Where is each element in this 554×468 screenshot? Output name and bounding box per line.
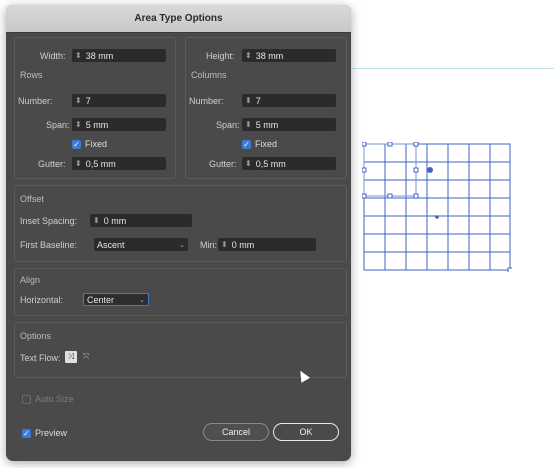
columns-fixed-checkbox[interactable]: ✓ Fixed <box>242 139 277 149</box>
flow-rows-icon: ⤨ <box>67 352 75 361</box>
first-baseline-select[interactable]: Ascent ⌄ <box>94 238 188 251</box>
stepper-icon[interactable]: ⬍ <box>245 159 252 168</box>
chevron-down-icon: ⌄ <box>179 241 185 249</box>
dialog-title: Area Type Options <box>6 5 351 33</box>
options-panel <box>14 322 347 378</box>
columns-span-field[interactable]: ⬍ 5 mm <box>242 118 336 131</box>
height-field[interactable]: ⬍ 38 mm <box>242 49 336 62</box>
width-label: Width: <box>40 51 66 61</box>
rows-number-value: 7 <box>85 95 91 106</box>
center-point <box>435 215 439 219</box>
thread-port <box>427 167 433 173</box>
horizontal-align-value: Center <box>87 294 115 305</box>
selection-handle <box>362 193 367 199</box>
columns-gutter-field[interactable]: ⬍ 0,5 mm <box>242 157 336 170</box>
rows-gutter-value: 0,5 mm <box>85 158 116 169</box>
columns-number-value: 7 <box>255 95 261 106</box>
grid-frame <box>363 143 511 271</box>
columns-span-value: 5 mm <box>255 119 279 130</box>
min-value: 0 mm <box>231 239 255 250</box>
text-flow-rows-button[interactable]: ⤨ <box>65 351 77 363</box>
checkmark-icon: ✓ <box>22 428 31 438</box>
selection-box <box>363 143 417 197</box>
columns-number-label: Number: <box>189 96 224 106</box>
stepper-icon[interactable]: ⬍ <box>75 159 82 168</box>
stepper-icon[interactable]: ⬍ <box>221 240 228 249</box>
stepper-icon[interactable]: ⬍ <box>93 216 100 225</box>
selection-handle <box>387 142 393 147</box>
rows-span-field[interactable]: ⬍ 5 mm <box>72 118 166 131</box>
rows-fixed-label: Fixed <box>85 139 108 149</box>
align-panel <box>14 268 347 316</box>
columns-number-field[interactable]: ⬍ 7 <box>242 94 336 107</box>
selection-handle <box>413 142 419 147</box>
width-field[interactable]: ⬍ 38 mm <box>72 49 166 62</box>
columns-span-label: Span: <box>216 120 240 130</box>
selection-handle <box>387 193 393 199</box>
rows-gutter-field[interactable]: ⬍ 0,5 mm <box>72 157 166 170</box>
horizontal-align-select[interactable]: Center ⌄ <box>83 293 149 306</box>
checkmark-icon: ✓ <box>242 139 251 149</box>
area-type-grid[interactable] <box>362 142 512 272</box>
stepper-icon[interactable]: ⬍ <box>245 96 252 105</box>
selection-handle <box>362 142 367 147</box>
columns-heading: Columns <box>191 70 227 80</box>
options-heading: Options <box>20 331 52 341</box>
first-baseline-value: Ascent <box>97 239 125 250</box>
columns-fixed-label: Fixed <box>255 139 278 149</box>
frame-handle <box>507 267 512 272</box>
text-flow-label: Text Flow: <box>20 353 61 363</box>
rows-span-value: 5 mm <box>85 119 109 130</box>
align-heading: Align <box>20 275 41 285</box>
width-value: 38 mm <box>85 50 114 61</box>
offset-heading: Offset <box>20 194 44 204</box>
selection-handle <box>413 193 419 199</box>
checkbox-empty-icon <box>22 394 31 404</box>
stepper-icon[interactable]: ⬍ <box>245 120 252 129</box>
stepper-icon[interactable]: ⬍ <box>75 51 82 60</box>
inset-spacing-value: 0 mm <box>103 215 127 226</box>
ok-button[interactable]: OK <box>273 423 339 441</box>
first-baseline-label: First Baseline: <box>20 240 78 250</box>
horizontal-label: Horizontal: <box>20 295 64 305</box>
auto-size-checkbox[interactable]: Auto Size <box>22 394 74 404</box>
flow-columns-icon: ⤧ <box>82 352 90 361</box>
preview-label: Preview <box>35 428 68 438</box>
stepper-icon[interactable]: ⬍ <box>75 120 82 129</box>
stepper-icon[interactable]: ⬍ <box>245 51 252 60</box>
stepper-icon[interactable]: ⬍ <box>75 96 82 105</box>
chevron-down-icon: ⌄ <box>139 296 145 304</box>
columns-gutter-label: Gutter: <box>209 159 237 169</box>
canvas-guide-line <box>352 68 554 69</box>
rows-number-label: Number: <box>18 96 53 106</box>
rows-heading: Rows <box>20 70 43 80</box>
area-type-options-dialog: Area Type Options Width: ⬍ 38 mm Height: … <box>6 5 351 461</box>
checkmark-icon: ✓ <box>72 139 81 149</box>
rows-fixed-checkbox[interactable]: ✓ Fixed <box>72 139 107 149</box>
selection-handle <box>362 167 367 173</box>
auto-size-label: Auto Size <box>35 394 74 404</box>
cancel-button[interactable]: Cancel <box>203 423 269 441</box>
inset-spacing-label: Inset Spacing: <box>20 216 78 226</box>
height-value: 38 mm <box>255 50 284 61</box>
preview-checkbox[interactable]: ✓ Preview <box>22 428 67 438</box>
rows-gutter-label: Gutter: <box>38 159 66 169</box>
columns-gutter-value: 0,5 mm <box>255 158 286 169</box>
rows-span-label: Span: <box>46 120 70 130</box>
height-label: Height: <box>206 51 235 61</box>
selection-handle <box>413 167 419 173</box>
text-flow-columns-button[interactable]: ⤧ <box>80 351 92 363</box>
min-field[interactable]: ⬍ 0 mm <box>218 238 316 251</box>
min-label: Min: <box>200 240 218 250</box>
rows-number-field[interactable]: ⬍ 7 <box>72 94 166 107</box>
inset-spacing-field[interactable]: ⬍ 0 mm <box>90 214 192 227</box>
